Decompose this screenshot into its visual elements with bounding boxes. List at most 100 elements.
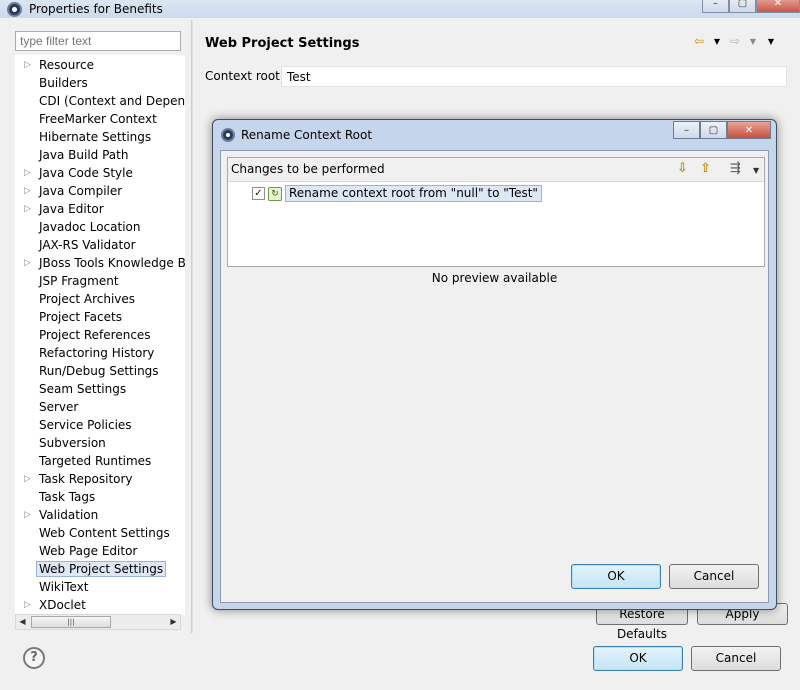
tree-item[interactable]: ▷ Java Editor: [15, 200, 185, 218]
expand-arrow-icon[interactable]: ▷: [24, 56, 31, 74]
tree-item-label: Java Compiler: [39, 184, 123, 198]
tree-item[interactable]: ▷ Validation: [15, 506, 185, 524]
scroll-left-icon[interactable]: ◀: [16, 615, 29, 629]
property-tree: ▷ Resource Builders CDI (Context and Depend…: [15, 55, 185, 615]
tree-item-label: Java Editor: [39, 202, 104, 216]
tree-item[interactable]: Run/Debug Settings: [15, 362, 185, 380]
tree-item[interactable]: ▷ JBoss Tools Knowledge Base: [15, 254, 185, 272]
forward-menu-chevron-down-icon[interactable]: ▼: [746, 34, 760, 50]
tree-item-label: WikiText: [39, 580, 89, 594]
tree-item[interactable]: Refactoring History: [15, 344, 185, 362]
tree-item[interactable]: Task Tags: [15, 488, 185, 506]
tree-item[interactable]: ▷ Java Compiler: [15, 182, 185, 200]
window-title: Properties for Benefits: [29, 2, 163, 16]
dialog-close-button[interactable]: ✕: [727, 121, 771, 139]
no-preview-label: No preview available: [431, 271, 558, 285]
tree-item[interactable]: JSP Fragment: [15, 272, 185, 290]
title-bar[interactable]: Properties for Benefits – ▢ ✕: [0, 0, 800, 18]
maximize-button[interactable]: ▢: [729, 0, 756, 13]
filter-input[interactable]: [15, 31, 181, 51]
expand-arrow-icon[interactable]: ▷: [24, 164, 31, 182]
tree-item[interactable]: Web Page Editor: [15, 542, 185, 560]
dialog-maximize-button[interactable]: ▢: [700, 121, 727, 139]
tree-item[interactable]: Java Build Path: [15, 146, 185, 164]
tree-item-label: Project Archives: [39, 292, 136, 306]
expand-arrow-icon[interactable]: ▷: [24, 200, 31, 218]
change-row: ✓ ↻ Rename context root from "null" to "…: [252, 185, 542, 202]
tree-item[interactable]: Web Content Settings: [15, 524, 185, 542]
expand-arrow-icon[interactable]: ▷: [24, 506, 31, 524]
tree-item[interactable]: Project Archives: [15, 290, 185, 308]
dialog-minimize-button[interactable]: –: [673, 121, 700, 139]
tree-item-label: FreeMarker Context: [39, 112, 157, 126]
window-controls: – ▢ ✕: [702, 0, 800, 13]
tree-item[interactable]: Hibernate Settings: [15, 128, 185, 146]
filter-changes-icon[interactable]: ⇶: [730, 161, 741, 176]
expand-arrow-icon[interactable]: ▷: [24, 470, 31, 488]
changes-panel: Changes to be performed ⇩ ⇧ ⇶ ▼ ✓ ↻ Rena…: [227, 157, 765, 267]
tree-item-label: JSP Fragment: [39, 274, 119, 288]
forward-arrow-icon[interactable]: ⇨: [728, 34, 742, 50]
tree-item[interactable]: ▷ XDoclet: [15, 596, 185, 614]
changes-header: Changes to be performed ⇩ ⇧ ⇶ ▼: [228, 158, 764, 182]
tree-item[interactable]: FreeMarker Context: [15, 110, 185, 128]
tree-item-label: Refactoring History: [39, 346, 155, 360]
tree-item[interactable]: ▷ Resource: [15, 56, 185, 74]
cancel-button[interactable]: Cancel: [691, 646, 781, 671]
rename-context-root-dialog: Rename Context Root – ▢ ✕ Changes to be …: [212, 119, 777, 610]
tree-item[interactable]: ▷ Task Repository: [15, 470, 185, 488]
expand-arrow-icon[interactable]: ▷: [24, 596, 31, 614]
page-navigation: ⇦ ▼ ⇨ ▼ ▼: [692, 34, 778, 50]
tree-item-label: Server: [39, 400, 79, 414]
tree-item[interactable]: JAX-RS Validator: [15, 236, 185, 254]
back-arrow-icon[interactable]: ⇦: [692, 34, 706, 50]
tree-item[interactable]: Seam Settings: [15, 380, 185, 398]
ok-button[interactable]: OK: [593, 646, 683, 671]
minimize-button[interactable]: –: [702, 0, 729, 13]
tree-item[interactable]: Javadoc Location: [15, 218, 185, 236]
tree-item[interactable]: Project Facets: [15, 308, 185, 326]
tree-item[interactable]: Subversion: [15, 434, 185, 452]
previous-change-arrow-up-icon[interactable]: ⇧: [700, 161, 711, 176]
context-root-input[interactable]: Test: [281, 66, 787, 87]
filter-menu-chevron-down-icon[interactable]: ▼: [753, 166, 759, 175]
tree-item[interactable]: Service Policies: [15, 416, 185, 434]
scroll-right-icon[interactable]: ▶: [167, 615, 180, 629]
tree-item-label: JAX-RS Validator: [39, 238, 136, 252]
tree-item-label: Web Page Editor: [39, 544, 138, 558]
tree-item[interactable]: Server: [15, 398, 185, 416]
dialog-title: Rename Context Root: [241, 128, 373, 142]
tree-item-label: Java Build Path: [39, 148, 129, 162]
view-menu-chevron-down-icon[interactable]: ▼: [764, 34, 778, 50]
tree-item[interactable]: CDI (Context and Dependency Injection): [15, 92, 185, 110]
tree-item-label: XDoclet: [39, 598, 86, 612]
sash-divider[interactable]: [191, 20, 193, 633]
tree-item[interactable]: Web Project Settings: [15, 560, 185, 578]
tree-item-label: Run/Debug Settings: [39, 364, 159, 378]
expand-arrow-icon[interactable]: ▷: [24, 254, 31, 272]
back-menu-chevron-down-icon[interactable]: ▼: [710, 34, 724, 50]
tree-item[interactable]: Targeted Runtimes: [15, 452, 185, 470]
next-change-arrow-down-icon[interactable]: ⇩: [677, 161, 688, 176]
eclipse-icon: [7, 2, 22, 17]
context-root-label: Context root:: [205, 69, 284, 83]
help-icon[interactable]: ?: [23, 647, 45, 669]
tree-item-label: Targeted Runtimes: [39, 454, 152, 468]
close-button[interactable]: ✕: [756, 0, 800, 13]
tree-item[interactable]: Project References: [15, 326, 185, 344]
tree-item-label: Seam Settings: [39, 382, 127, 396]
expand-arrow-icon[interactable]: ▷: [24, 182, 31, 200]
change-description[interactable]: Rename context root from "null" to "Test…: [285, 185, 542, 202]
dialog-ok-button[interactable]: OK: [571, 564, 661, 589]
tree-horizontal-scrollbar[interactable]: ◀ ||| ▶: [15, 614, 181, 630]
dialog-body: Changes to be performed ⇩ ⇧ ⇶ ▼ ✓ ↻ Rena…: [220, 150, 769, 603]
change-checkbox[interactable]: ✓: [252, 187, 265, 200]
tree-item-label: Project Facets: [39, 310, 122, 324]
dialog-window-controls: – ▢ ✕: [673, 121, 771, 139]
tree-item[interactable]: Builders: [15, 74, 185, 92]
tree-item[interactable]: ▷ Java Code Style: [15, 164, 185, 182]
scroll-thumb[interactable]: |||: [31, 616, 111, 628]
dialog-cancel-button[interactable]: Cancel: [669, 564, 759, 589]
tree-item[interactable]: WikiText: [15, 578, 185, 596]
tree-item-label: Web Project Settings: [36, 561, 167, 577]
